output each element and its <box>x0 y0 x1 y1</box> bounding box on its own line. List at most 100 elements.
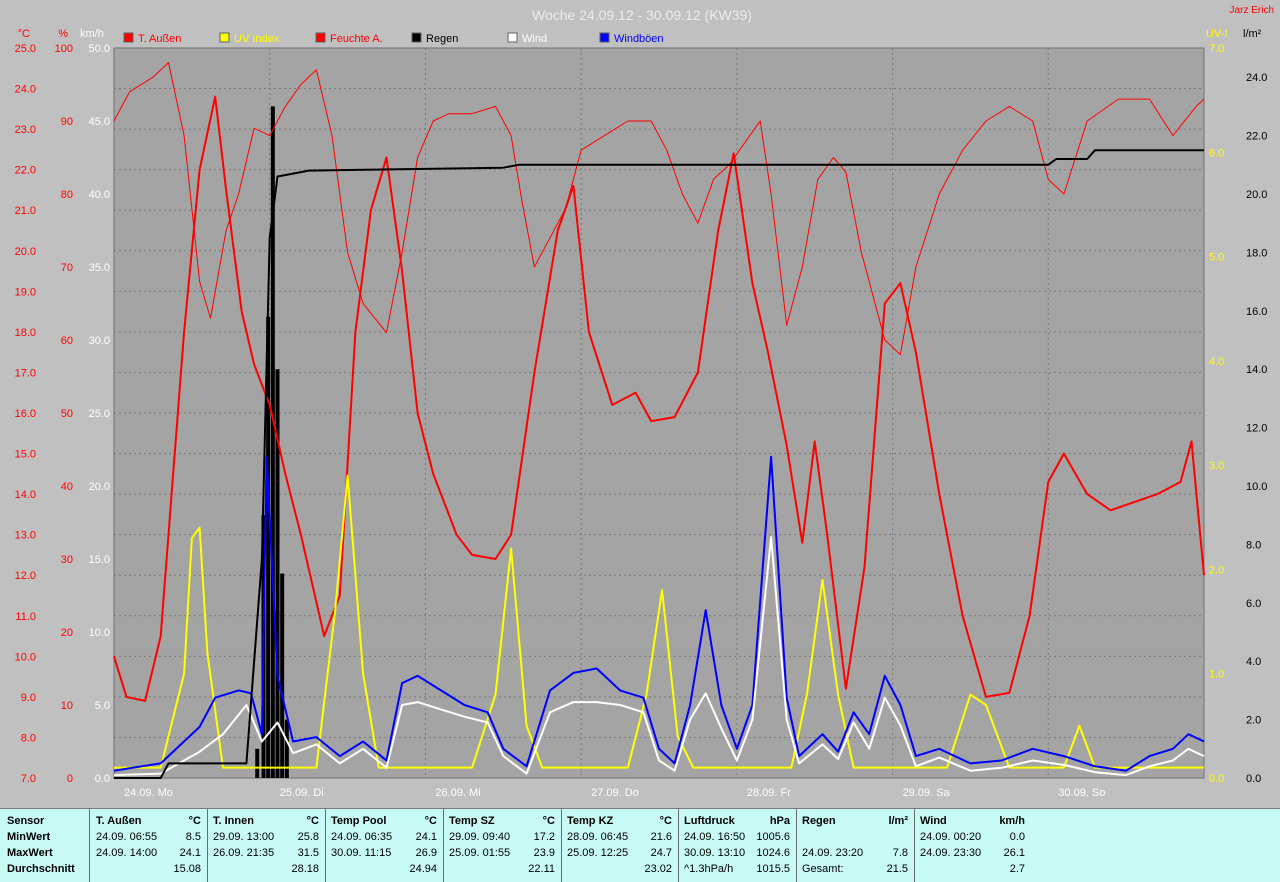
section-min-time: 29.09. 09:40 <box>449 831 511 843</box>
wind-tick: 30.0 <box>89 335 110 347</box>
section-max-value: 24.1 <box>179 847 201 859</box>
temp-tick: 8.0 <box>21 732 36 744</box>
section-header: Temp KZ <box>567 815 614 827</box>
temp-tick: 21.0 <box>15 205 36 217</box>
rain-tick: 0.0 <box>1246 773 1261 785</box>
wind-tick: 0.0 <box>95 773 110 785</box>
section-max-value: 26.9 <box>415 847 437 859</box>
section-min-value: 24.1 <box>415 831 437 843</box>
summary-section: Luftdruck hPa 24.09. 16:50 1005.6 30.09. 13:… <box>678 809 797 882</box>
legend-swatch <box>599 32 610 43</box>
legend-swatch <box>507 32 518 43</box>
temp-tick: 12.0 <box>15 570 36 582</box>
section-header: Temp SZ <box>449 815 495 827</box>
section-header: T. Innen <box>213 815 254 827</box>
hum-tick: 70 <box>61 262 73 274</box>
section-min-time: 24.09. 06:35 <box>331 831 393 843</box>
section-avg-value: 15.08 <box>173 863 201 875</box>
section-header: T. Außen <box>96 815 142 827</box>
uv-tick: 7.0 <box>1209 43 1224 55</box>
temp-tick: 7.0 <box>21 773 36 785</box>
hum-tick: 30 <box>61 554 73 566</box>
rain-tick: 14.0 <box>1246 364 1267 376</box>
chart-title: Woche 24.09.12 - 30.09.12 (KW39) <box>532 7 752 23</box>
section-unit: hPa <box>769 815 790 827</box>
rain-tick: 12.0 <box>1246 423 1267 435</box>
section-max-value: 26.1 <box>1003 847 1025 859</box>
section-min-value: 25.8 <box>297 831 319 843</box>
wind-unit: km/h <box>80 28 104 40</box>
section-max-time: 30.09. 11:15 <box>331 847 392 859</box>
legend-swatch <box>315 32 326 43</box>
wind-tick: 10.0 <box>89 627 110 639</box>
section-min-time: 24.09. 00:20 <box>920 831 982 843</box>
hum-unit: % <box>58 28 68 40</box>
section-min-time: 24.09. 16:50 <box>684 831 746 843</box>
summary-section: Temp Pool °C 24.09. 06:35 24.1 30.09. 11:15 2… <box>325 809 444 882</box>
section-max-time: 26.09. 21:35 <box>213 847 275 859</box>
section-unit: km/h <box>999 815 1025 827</box>
section-header: Luftdruck <box>684 815 735 827</box>
section-min-time: 29.09. 13:00 <box>213 831 275 843</box>
temp-tick: 13.0 <box>15 530 36 542</box>
section-avg-time: ^1.3hPa/h <box>684 863 734 875</box>
temp-unit: °C <box>18 28 30 40</box>
temp-tick: 10.0 <box>15 651 36 663</box>
x-tick-label: 28.09. Fr <box>747 787 791 799</box>
wind-tick: 25.0 <box>89 408 110 420</box>
hum-tick: 100 <box>55 43 73 55</box>
section-max-time: 30.09. 13:10 <box>684 847 746 859</box>
hum-tick: 20 <box>61 627 73 639</box>
x-tick-label: 25.09. Di <box>280 787 324 799</box>
x-tick-label: 27.09. Do <box>591 787 639 799</box>
wind-tick: 50.0 <box>89 43 110 55</box>
temp-tick: 18.0 <box>15 327 36 339</box>
temp-tick: 19.0 <box>15 286 36 298</box>
x-tick-label: 30.09. So <box>1058 787 1105 799</box>
section-max-value: 31.5 <box>297 847 319 859</box>
legend-label: Feuchte A. <box>330 33 383 45</box>
wind-tick: 45.0 <box>89 116 110 128</box>
temp-tick: 23.0 <box>15 124 36 136</box>
section-max-time: 25.09. 01:55 <box>449 847 511 859</box>
section-max-value: 1024.6 <box>756 847 790 859</box>
legend-label: UV Index <box>234 33 280 45</box>
temp-tick: 22.0 <box>15 165 36 177</box>
rain-tick: 16.0 <box>1246 306 1267 318</box>
section-min-time: 24.09. 06:55 <box>96 831 158 843</box>
section-min-value: 21.6 <box>650 831 672 843</box>
rain-tick: 22.0 <box>1246 131 1267 143</box>
uv-tick: 5.0 <box>1209 252 1224 264</box>
section-min-value: 1005.6 <box>756 831 790 843</box>
rain-bar <box>284 719 289 778</box>
label-max: MaxWert <box>7 847 53 859</box>
rain-bar <box>280 573 285 778</box>
uv-tick: 6.0 <box>1209 147 1224 159</box>
summary-section: T. Innen °C 29.09. 13:00 25.8 26.09. 21:35 31… <box>207 809 326 882</box>
temp-tick: 25.0 <box>15 43 36 55</box>
legend-label: T. Außen <box>138 33 181 45</box>
legend-label: Windböen <box>614 33 664 45</box>
temp-tick: 15.0 <box>15 449 36 461</box>
rain-tick: 2.0 <box>1246 715 1261 727</box>
uv-tick: 0.0 <box>1209 773 1224 785</box>
section-header: Wind <box>920 815 947 827</box>
legend-label: Regen <box>426 33 458 45</box>
hum-tick: 50 <box>61 408 73 420</box>
rain-tick: 18.0 <box>1246 247 1267 259</box>
wind-tick: 20.0 <box>89 481 110 493</box>
section-header: Temp Pool <box>331 815 387 827</box>
section-max-time: 25.09. 12:25 <box>567 847 629 859</box>
rain-tick: 24.0 <box>1246 72 1267 84</box>
section-avg-time: Gesamt: <box>802 863 844 875</box>
wind-tick: 35.0 <box>89 262 110 274</box>
summary-labels: Sensor MinWert MaxWert Durchschnitt <box>0 809 90 882</box>
rain-tick: 6.0 <box>1246 598 1261 610</box>
rain-tick: 8.0 <box>1246 539 1261 551</box>
section-unit: °C <box>659 815 672 827</box>
temp-tick: 24.0 <box>15 84 36 96</box>
rain-tick: 10.0 <box>1246 481 1267 493</box>
legend: T. Außen UV Index Feuchte A. Regen Wind Windb… <box>123 32 664 45</box>
section-max-value: 7.8 <box>892 847 908 859</box>
summary-section: Regen l/m² 24.09. 23:20 7.8 Gesamt: 21.5 <box>796 809 915 882</box>
